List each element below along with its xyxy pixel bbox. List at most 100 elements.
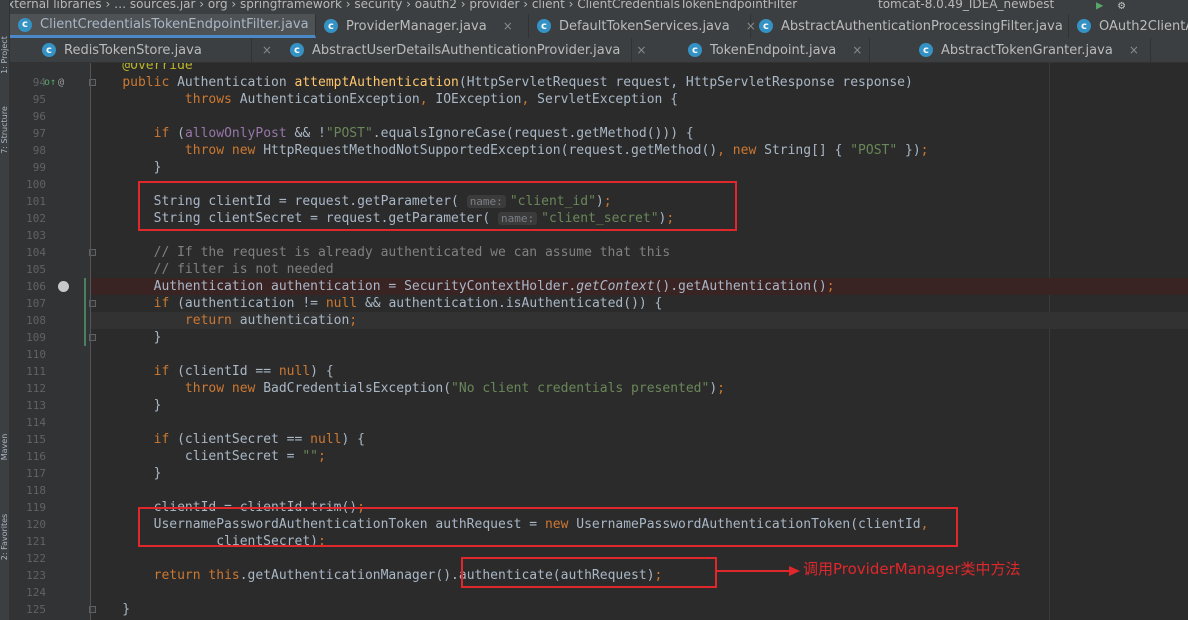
line-number[interactable]: 111 xyxy=(22,363,46,380)
line-number[interactable]: 122 xyxy=(22,550,46,567)
line-number[interactable]: 107 xyxy=(22,295,46,312)
close-icon[interactable]: × xyxy=(852,43,862,57)
code-line[interactable]: throw new HttpRequestMethodNotSupportedE… xyxy=(91,142,1188,159)
line-number[interactable]: 103 xyxy=(22,227,46,244)
tab-label: AbstractAuthenticationProcessingFilter.j… xyxy=(781,18,1063,34)
editor-gutter[interactable]: 94 95 96 97 98 99 100 101 102 103 104 105 106 107 108 1… xyxy=(10,63,96,620)
close-icon[interactable]: × xyxy=(1129,43,1139,57)
code-line[interactable]: if (clientId == null) { xyxy=(91,363,1188,380)
code-line[interactable]: } xyxy=(91,465,1188,482)
tab-clientcredentialstokenendpointfilter[interactable]: c ClientCredentialsTokenEndpointFilter.j… xyxy=(10,14,335,38)
line-number[interactable]: 104 xyxy=(22,244,46,261)
code-line[interactable]: // If the request is already authenticat… xyxy=(91,244,1188,261)
tab-providermanager[interactable]: c ProviderManager.java × xyxy=(316,14,529,38)
line-number[interactable]: 119 xyxy=(22,499,46,516)
tool-tab-maven[interactable]: Maven xyxy=(0,412,10,482)
code-token: clientSecret = xyxy=(91,449,303,464)
tab-abstracttokengranter[interactable]: c AbstractTokenGranter.java × xyxy=(911,38,1151,62)
line-number[interactable]: 118 xyxy=(22,482,46,499)
code-token: , xyxy=(521,92,538,107)
code-line[interactable]: // filter is not needed xyxy=(91,261,1188,278)
code-line[interactable]: } xyxy=(91,601,1188,618)
code-token: ) { xyxy=(341,432,365,447)
line-number[interactable]: 105 xyxy=(22,261,46,278)
line-number[interactable]: 96 xyxy=(22,108,46,125)
code-line[interactable]: throw new BadCredentialsException("No cl… xyxy=(91,380,1188,397)
code-token: HttpRequestMethodNotSupportedException(r… xyxy=(263,143,718,158)
code-line[interactable]: if (clientSecret == null) { xyxy=(91,431,1188,448)
annotation-icon[interactable]: @ xyxy=(58,74,64,91)
tab-defaulttokenservices[interactable]: c DefaultTokenServices.java × xyxy=(529,14,756,38)
code-token: null xyxy=(325,296,365,311)
code-line[interactable]: @Override xyxy=(91,63,1188,74)
breadcrumb[interactable]: external libraries › … sources.jar › org… xyxy=(0,0,797,11)
code-line[interactable]: } xyxy=(91,397,1188,414)
code-line[interactable]: if (authentication != null && authentica… xyxy=(91,295,1188,312)
line-number[interactable]: 94 xyxy=(22,74,46,91)
line-number[interactable]: 101 xyxy=(22,193,46,210)
code-token: ; xyxy=(826,279,835,294)
line-number[interactable]: 109 xyxy=(22,329,46,346)
close-icon[interactable]: × xyxy=(503,19,513,33)
code-token: "" xyxy=(302,449,318,464)
close-icon[interactable]: × xyxy=(262,43,272,57)
run-configuration-selector[interactable]: tomcat-8.0.49_IDEA_newbest xyxy=(878,0,1054,11)
code-line[interactable]: return authentication; xyxy=(91,312,1188,329)
code-line[interactable]: Authentication authentication = Security… xyxy=(91,278,1188,295)
tab-tokenendpoint[interactable]: c TokenEndpoint.java × xyxy=(680,38,870,62)
line-number[interactable]: 121 xyxy=(22,533,46,550)
code-line[interactable]: } xyxy=(91,329,1188,346)
line-number[interactable]: 123 xyxy=(22,567,46,584)
line-number[interactable]: 124 xyxy=(22,584,46,601)
line-number[interactable]: 117 xyxy=(22,465,46,482)
line-number[interactable]: 115 xyxy=(22,431,46,448)
class-icon: c xyxy=(18,17,32,32)
class-icon: c xyxy=(1077,19,1091,33)
code-line[interactable]: if (allowOnlyPost && !"POST".equalsIgnor… xyxy=(91,125,1188,142)
code-line[interactable]: } xyxy=(91,159,1188,176)
code-token: ServletException { xyxy=(537,92,679,107)
tab-label: DefaultTokenServices.java xyxy=(559,18,730,34)
line-number[interactable]: 116 xyxy=(22,448,46,465)
line-number[interactable]: 113 xyxy=(22,397,46,414)
run-icon[interactable]: ▶ xyxy=(1096,0,1103,12)
code-line[interactable]: clientSecret = ""; xyxy=(91,448,1188,465)
code-line[interactable] xyxy=(91,414,1188,431)
tab-abstractuserdetailsauthenticationprovider[interactable]: c AbstractUserDetailsAuthenticationProvi… xyxy=(282,38,646,62)
tool-tab-project[interactable]: 1: Project xyxy=(0,20,10,90)
line-number[interactable]: 108 xyxy=(22,312,46,329)
line-number[interactable]: 98 xyxy=(22,142,46,159)
code-token: if xyxy=(153,296,178,311)
tab-abstractauthenticationprocessingfilter[interactable]: c AbstractAuthenticationProcessingFilter… xyxy=(751,14,1089,38)
code-line[interactable]: throws AuthenticationException, IOExcept… xyxy=(91,91,1188,108)
tab-oauth2clientauthentication[interactable]: c OAuth2ClientAu xyxy=(1069,14,1188,38)
close-icon[interactable]: × xyxy=(636,43,646,57)
breakpoint-icon[interactable] xyxy=(58,281,69,292)
line-number[interactable]: 125 xyxy=(22,601,46,618)
debug-icon[interactable]: ⚙ xyxy=(1118,0,1125,12)
line-number[interactable]: 95 xyxy=(22,91,46,108)
line-number[interactable]: 97 xyxy=(22,125,46,142)
code-line[interactable] xyxy=(91,346,1188,363)
line-number[interactable]: 114 xyxy=(22,414,46,431)
line-number[interactable]: 112 xyxy=(22,380,46,397)
line-number[interactable]: 99 xyxy=(22,159,46,176)
line-number[interactable]: 102 xyxy=(22,210,46,227)
line-number[interactable] xyxy=(22,57,46,74)
tab-redistokenstore[interactable]: c RedisTokenStore.java × xyxy=(34,38,272,62)
code-line[interactable]: public Authentication attemptAuthenticat… xyxy=(91,74,1188,91)
line-number[interactable]: 106 xyxy=(22,278,46,295)
line-number[interactable]: 100 xyxy=(22,176,46,193)
line-number[interactable]: 110 xyxy=(22,346,46,363)
code-token: "POST" xyxy=(325,126,373,141)
tool-tab-structure[interactable]: 7: Structure xyxy=(0,95,10,165)
code-line[interactable] xyxy=(91,108,1188,125)
tool-tab-favorites[interactable]: 2: Favorites xyxy=(0,502,10,572)
code-line[interactable] xyxy=(91,482,1188,499)
line-number[interactable]: 120 xyxy=(22,516,46,533)
code-token: ) { xyxy=(310,364,334,379)
override-icon[interactable]: o↑ xyxy=(44,74,56,91)
